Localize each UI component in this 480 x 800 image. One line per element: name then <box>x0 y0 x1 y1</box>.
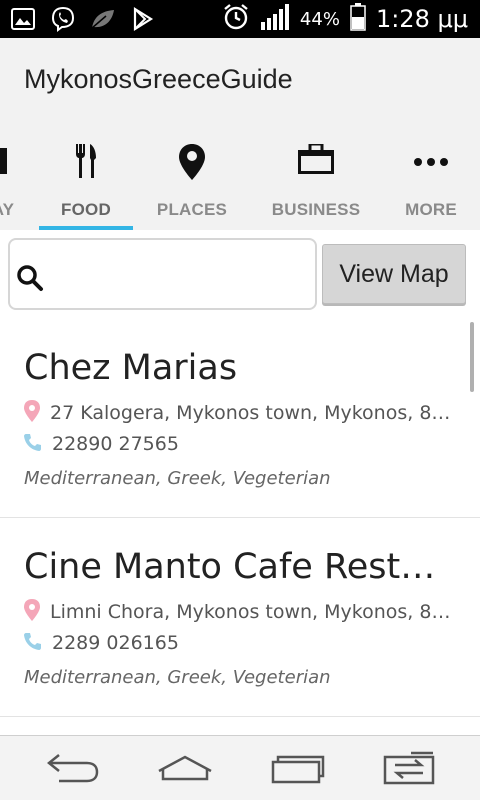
recent-apps-icon <box>271 755 325 784</box>
listing-name: Chez Marias <box>24 348 238 388</box>
tab-business-label: BUSINESS <box>271 200 361 219</box>
more-icon <box>413 144 449 180</box>
listing-cuisine: Mediterranean, Greek, Vegeterian <box>24 468 331 489</box>
notification-icons <box>10 6 156 32</box>
view-map-button[interactable]: View Map <box>322 244 466 304</box>
battery-percent: 44% <box>299 8 340 30</box>
home-button[interactable] <box>150 748 220 788</box>
briefcase-icon <box>298 144 334 194</box>
location-pin-icon <box>24 400 40 426</box>
search-box[interactable] <box>8 238 317 310</box>
system-indicators: 44% 1:28 μμ <box>222 0 468 38</box>
alarm-icon <box>222 3 250 35</box>
listing-name: Cine Manto Cafe Restaur… <box>24 547 454 587</box>
listing-address: Limni Chora, Mykonos town, Mykonos, 84… <box>50 601 454 623</box>
viber-icon <box>50 6 76 32</box>
app-title: MykonosGreeceGuide <box>24 64 293 94</box>
home-icon <box>158 755 212 781</box>
clock: 1:28 μμ <box>375 5 468 33</box>
tab-more[interactable]: MORE <box>396 128 466 230</box>
listing-phone[interactable]: 2289 026165 <box>52 632 179 654</box>
tab-places-label: PLACES <box>156 200 228 219</box>
dual-window-button[interactable] <box>374 748 444 788</box>
switch-window-icon <box>383 751 435 785</box>
search-row: View Map <box>0 230 480 320</box>
category-tabs: AY FOOD PLACES BUSINESS MORE <box>0 128 480 230</box>
tab-food[interactable]: FOOD <box>39 128 133 230</box>
listing-phone[interactable]: 22890 27565 <box>52 433 179 455</box>
food-icon <box>75 144 97 194</box>
back-icon <box>46 754 99 783</box>
tab-stay-label: AY <box>0 200 15 219</box>
status-bar: 44% 1:28 μμ <box>0 0 480 38</box>
back-button[interactable] <box>38 748 108 788</box>
list-scrollbar[interactable] <box>470 322 474 392</box>
leaf-icon <box>90 6 116 32</box>
recent-apps-button[interactable] <box>262 748 332 788</box>
search-icon <box>16 264 44 296</box>
tab-food-label: FOOD <box>61 200 111 219</box>
tab-more-label: MORE <box>405 200 457 219</box>
system-nav-bar <box>0 735 480 800</box>
listing-list[interactable]: Chez Marias 27 Kalogera, Mykonos town, M… <box>0 320 480 735</box>
tab-stay[interactable]: AY <box>0 128 26 230</box>
tab-business[interactable]: BUSINESS <box>264 128 368 230</box>
listing-cuisine: Mediterranean, Greek, Vegeterian <box>24 667 331 688</box>
battery-icon <box>350 3 366 35</box>
app-bar: MykonosGreeceGuide <box>0 38 480 128</box>
play-store-icon <box>130 6 156 32</box>
listing-address-row: Limni Chora, Mykonos town, Mykonos, 84… <box>24 599 454 625</box>
listing-address: 27 Kalogera, Mykonos town, Mykonos, 8… <box>50 402 451 424</box>
stay-icon <box>0 144 19 194</box>
pin-icon <box>179 144 205 194</box>
signal-icon <box>260 4 290 34</box>
tab-places[interactable]: PLACES <box>144 128 240 230</box>
listing-phone-row[interactable]: 22890 27565 <box>24 433 454 455</box>
search-input[interactable] <box>52 256 302 294</box>
phone-icon <box>24 632 42 654</box>
list-item[interactable]: Cine Manto Cafe Restaur… Limni Chora, My… <box>0 519 480 717</box>
list-item[interactable]: Chez Marias 27 Kalogera, Mykonos town, M… <box>0 320 480 518</box>
phone-icon <box>24 433 42 455</box>
listing-address-row: 27 Kalogera, Mykonos town, Mykonos, 8… <box>24 400 454 426</box>
listing-phone-row[interactable]: 2289 026165 <box>24 632 454 654</box>
location-pin-icon <box>24 599 40 625</box>
image-icon <box>10 6 36 32</box>
